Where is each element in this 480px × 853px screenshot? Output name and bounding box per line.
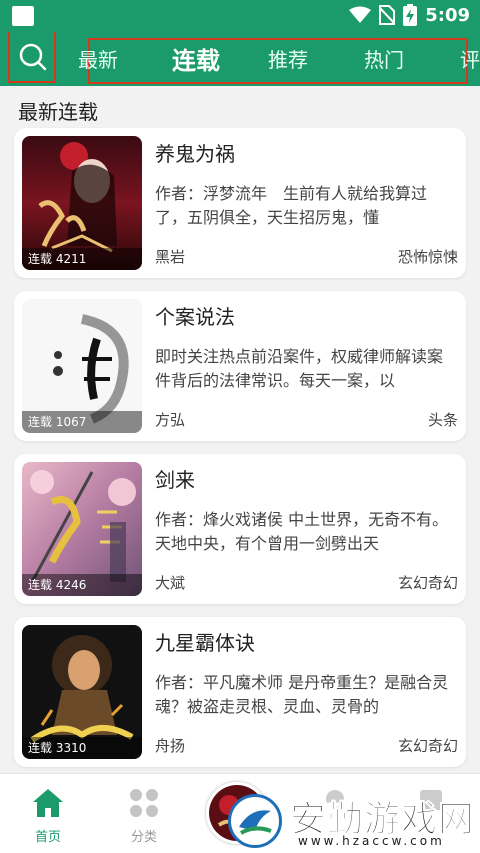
book-description: 作者：浮梦流年 生前有人就给我算过了，五阴俱全，天生招厉鬼，懂 [155, 184, 428, 227]
nav-home-label: 首页 [34, 830, 61, 845]
book-cover: 连载 4211 [22, 136, 142, 270]
book-author: 黑岩 [155, 248, 186, 266]
watermark: 安勤游戏网 www.hzaccw.com [228, 790, 478, 852]
wifi-icon [349, 6, 372, 24]
tab-serial[interactable]: 连载 [172, 41, 220, 76]
book-title: 九星霸体诀 [155, 631, 255, 655]
book-genre: 恐怖惊悚 [397, 248, 458, 266]
status-bar: 5:09 [0, 0, 480, 32]
book-cover: 连载 1067 [22, 299, 142, 433]
search-button[interactable] [8, 32, 56, 83]
status-time: 5:09 [425, 4, 470, 26]
status-icons: 5:09 [349, 4, 470, 26]
serial-count-badge: 连载 3310 [22, 737, 142, 759]
category-grid-icon [130, 789, 158, 817]
book-author: 方弘 [155, 411, 186, 429]
home-icon [33, 789, 63, 817]
book-title: 剑来 [155, 468, 195, 492]
tab-latest[interactable]: 最新 [78, 44, 118, 73]
nav-home[interactable]: 首页 [18, 788, 78, 845]
book-genre: 头条 [427, 411, 458, 429]
serial-count-badge: 连载 4211 [22, 248, 142, 270]
book-description: 作者：烽火戏诸侯 中土世界，无奇不有。天地中央，有个曾用一剑劈出天 [155, 510, 449, 553]
tab-hot[interactable]: 热门 [364, 44, 404, 73]
search-icon [19, 43, 47, 71]
notification-icon [12, 6, 34, 26]
battery-charging-icon [403, 4, 418, 26]
watermark-logo-icon [228, 794, 282, 848]
book-card[interactable]: 连载 4211 养鬼为祸 作者：浮梦流年 生前有人就给我算过了，五阴俱全，天生招… [14, 128, 466, 278]
book-description: 作者：平凡魔术师 是丹帝重生？是融合灵魂？被盗走灵根、灵血、灵骨的 [155, 673, 449, 716]
tab-more[interactable]: 评 [460, 44, 480, 73]
book-cover: 连载 3310 [22, 625, 142, 759]
nav-category[interactable]: 分类 [114, 788, 174, 845]
watermark-url: www.hzaccw.com [298, 834, 445, 848]
book-title: 个案说法 [155, 305, 235, 329]
book-title: 养鬼为祸 [155, 142, 235, 166]
serial-count-badge: 连载 4246 [22, 574, 142, 596]
no-sim-icon [379, 5, 396, 25]
book-genre: 玄幻奇幻 [397, 737, 458, 755]
book-genre: 玄幻奇幻 [397, 574, 458, 592]
top-tab-bar: 最新 连载 推荐 热门 评 [0, 32, 480, 86]
book-card[interactable]: 连载 3310 九星霸体诀 作者：平凡魔术师 是丹帝重生？是融合灵魂？被盗走灵根… [14, 617, 466, 767]
book-cover: 连载 4246 [22, 462, 142, 596]
tab-recommended[interactable]: 推荐 [268, 44, 308, 73]
section-title: 最新连载 [18, 100, 98, 124]
book-description: 即时关注热点前沿案件，权威律师解读案件背后的法律常识。每天一案，以 [155, 347, 444, 390]
book-card[interactable]: 连载 1067 个案说法 即时关注热点前沿案件，权威律师解读案件背后的法律常识。… [14, 291, 466, 441]
nav-category-label: 分类 [130, 830, 157, 845]
book-author: 大斌 [155, 574, 186, 592]
serial-count-badge: 连载 1067 [22, 411, 142, 433]
book-author: 舟扬 [155, 737, 186, 755]
book-card[interactable]: 连载 4246 剑来 作者：烽火戏诸侯 中土世界，无奇不有。天地中央，有个曾用一… [14, 454, 466, 604]
